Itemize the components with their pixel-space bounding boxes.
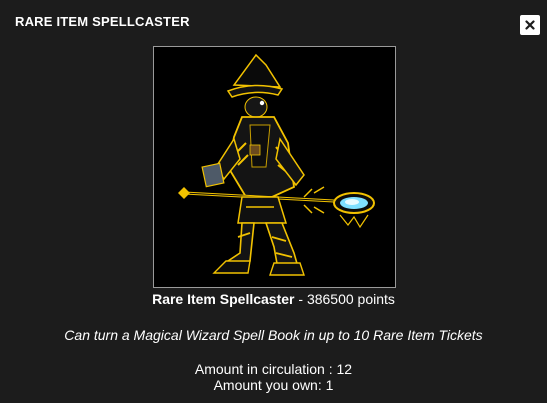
close-icon — [525, 20, 535, 30]
item-modal: RARE ITEM SPELLCASTER Rare Item Spellcas… — [0, 0, 547, 403]
modal-header: RARE ITEM SPELLCASTER — [0, 4, 547, 38]
item-points: 386500 points — [306, 291, 395, 307]
owned-count: Amount you own: 1 — [213, 377, 334, 393]
spellcaster-character-image — [178, 53, 375, 276]
item-description: Can turn a Magical Wizard Spell Book in … — [64, 327, 483, 343]
modal-title: RARE ITEM SPELLCASTER — [15, 14, 190, 29]
item-name: Rare Item Spellcaster — [152, 291, 295, 307]
item-name-line: Rare Item Spellcaster - 386500 points — [0, 291, 547, 307]
item-separator: - — [294, 291, 307, 307]
item-stats: Amount in circulation : 12 Amount you ow… — [0, 361, 547, 393]
circulation-count: Amount in circulation : 12 — [194, 361, 353, 377]
item-image-frame — [153, 46, 396, 288]
close-button[interactable] — [520, 15, 540, 35]
